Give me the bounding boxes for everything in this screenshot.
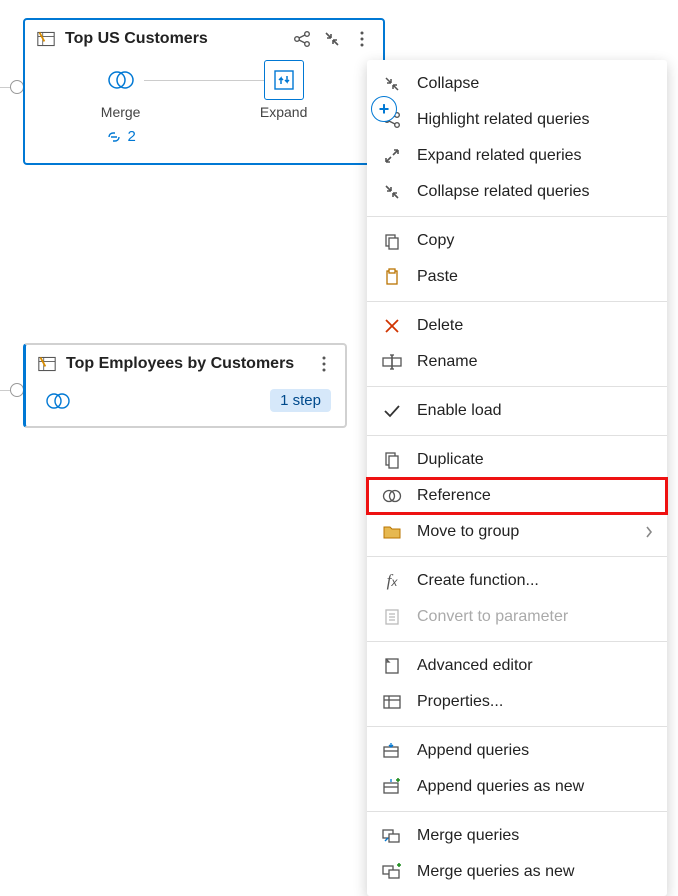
menu-divider — [367, 435, 667, 436]
expand-arrows-icon — [381, 145, 403, 167]
menu-collapse[interactable]: Collapse — [367, 66, 667, 102]
menu-copy[interactable]: Copy — [367, 223, 667, 259]
step-count-badge: 1 step — [270, 389, 331, 412]
table-icon — [38, 355, 56, 373]
append-icon — [381, 740, 403, 762]
expand-icon — [272, 68, 296, 92]
card-title: Top US Customers — [65, 30, 283, 48]
menu-append-queries-new[interactable]: Append queries as new — [367, 769, 667, 805]
step-merge[interactable]: Merge 2 — [101, 60, 141, 145]
merge-icon — [106, 68, 136, 92]
reference-icon — [381, 485, 403, 507]
step-connector — [144, 80, 264, 81]
card1-input-node — [10, 80, 24, 94]
menu-duplicate[interactable]: Duplicate — [367, 442, 667, 478]
parameter-icon — [381, 606, 403, 628]
menu-move-to-group[interactable]: Move to group — [367, 514, 667, 550]
menu-enable-load[interactable]: Enable load — [367, 393, 667, 429]
reference-badge[interactable]: 2 — [105, 128, 135, 145]
append-new-icon — [381, 776, 403, 798]
menu-delete[interactable]: Delete — [367, 308, 667, 344]
collapse-arrows-icon[interactable] — [323, 30, 341, 48]
chevron-right-icon — [645, 525, 653, 539]
menu-merge-queries-new[interactable]: Merge queries as new — [367, 854, 667, 890]
merge-icon — [44, 391, 72, 411]
query-context-menu: Collapse Highlight related queries Expan… — [367, 60, 667, 896]
copy-icon — [381, 230, 403, 252]
merge-queries-icon — [381, 825, 403, 847]
reference-count: 2 — [127, 128, 135, 145]
menu-collapse-related[interactable]: Collapse related queries — [367, 174, 667, 210]
collapse-arrows-icon — [381, 181, 403, 203]
query-card-top-us-customers[interactable]: Top US Customers Merge 2 — [23, 18, 385, 165]
menu-divider — [367, 386, 667, 387]
share-icon[interactable] — [293, 30, 311, 48]
menu-divider — [367, 811, 667, 812]
paste-icon — [381, 266, 403, 288]
checkmark-icon — [381, 400, 403, 422]
table-icon — [37, 30, 55, 48]
card-title: Top Employees by Customers — [66, 355, 305, 373]
menu-highlight-related[interactable]: Highlight related queries — [367, 102, 667, 138]
menu-divider — [367, 556, 667, 557]
menu-merge-queries[interactable]: Merge queries — [367, 818, 667, 854]
advanced-editor-icon — [381, 655, 403, 677]
menu-properties[interactable]: Properties... — [367, 684, 667, 720]
menu-divider — [367, 726, 667, 727]
menu-expand-related[interactable]: Expand related queries — [367, 138, 667, 174]
card2-input-node — [10, 383, 24, 397]
delete-icon — [381, 315, 403, 337]
function-icon: fx — [381, 570, 403, 592]
rename-icon — [381, 351, 403, 373]
menu-append-queries[interactable]: Append queries — [367, 733, 667, 769]
query-card-top-employees[interactable]: Top Employees by Customers 1 step — [23, 343, 347, 428]
step-expand[interactable]: Expand — [260, 60, 307, 120]
menu-create-function[interactable]: fx Create function... — [367, 563, 667, 599]
step-expand-label: Expand — [260, 104, 307, 120]
menu-paste[interactable]: Paste — [367, 259, 667, 295]
menu-rename[interactable]: Rename — [367, 344, 667, 380]
more-menu-icon[interactable] — [315, 355, 333, 373]
more-menu-icon[interactable] — [353, 30, 371, 48]
menu-divider — [367, 216, 667, 217]
properties-icon — [381, 691, 403, 713]
menu-convert-to-parameter: Convert to parameter — [367, 599, 667, 635]
menu-divider — [367, 301, 667, 302]
menu-reference[interactable]: Reference — [367, 478, 667, 514]
collapse-icon — [381, 73, 403, 95]
duplicate-icon — [381, 449, 403, 471]
folder-icon — [381, 521, 403, 543]
add-step-button[interactable]: + — [371, 96, 397, 122]
menu-advanced-editor[interactable]: Advanced editor — [367, 648, 667, 684]
menu-divider — [367, 641, 667, 642]
merge-queries-new-icon — [381, 861, 403, 883]
step-merge-label: Merge — [101, 104, 141, 120]
